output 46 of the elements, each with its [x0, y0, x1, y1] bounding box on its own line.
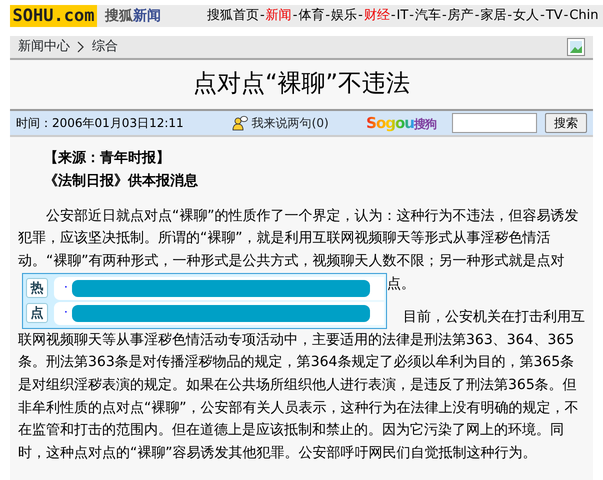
nav-separator: -: [474, 7, 480, 26]
nav-link[interactable]: 财经: [364, 6, 390, 26]
nav-separator: -: [358, 7, 363, 26]
nav-link[interactable]: 体育: [298, 6, 324, 26]
site-logo[interactable]: SOHU.com: [10, 5, 97, 27]
article-text: 点。: [387, 274, 416, 294]
breadcrumb-link[interactable]: 新闻中心: [18, 37, 70, 57]
nav-separator: -: [292, 7, 298, 26]
hot-badge: 热: [26, 278, 48, 298]
hot-badge: 点: [26, 303, 48, 324]
nav-link[interactable]: Chin: [569, 6, 599, 26]
nav-link[interactable]: 娱乐: [331, 6, 358, 26]
nav-link[interactable]: 搜狐首页: [207, 6, 259, 26]
article-source: 【来源：青年时报】: [43, 149, 171, 168]
breadcrumb-link[interactable]: 综合: [92, 37, 118, 57]
article-text: 目前，公安机关在打击利用互: [402, 308, 585, 327]
comment-link[interactable]: 我来说两句(0): [252, 114, 329, 132]
nav-link[interactable]: 汽车: [415, 6, 441, 26]
channel-logo[interactable]: 搜狐新闻: [97, 5, 207, 27]
nav-separator: -: [260, 7, 265, 26]
article-paragraph: 联网视频聊天等从事淫秽色情活动专项活动中，主要适用的法律是刑法第363、364、365条。刑法第363条是对传播淫秽物品的规定，第364条规定了必须以牟利为目的，第365条是对组织淫秽表演的规定。如果在公共场所组织他人进行表演，是违反了刑法第365条。但非牟利性质的点对点“裸聊”，公安部有关人员表示，这种行为在法律上没有明确的规定，不在监管和打击的范围内。但在道德上是应该抵制和禁止的。因为它污染了网上的环境。同时，这种点对点的“裸聊”容易诱发其他犯罪。公安部呼吁网民们自觉抵制这种行为。: [18, 330, 580, 463]
nav-separator: -: [325, 7, 330, 26]
nav-link[interactable]: 家居: [480, 6, 506, 26]
nav-link[interactable]: 女人: [513, 6, 540, 26]
nav-link[interactable]: 新闻: [266, 6, 292, 26]
article-paragraph: 公安部近日就点对点“裸聊”的性质作了一个界定，认为：这种行为不违法，但容易诱发犯罪，应该坚决抵制。所谓的“裸聊”，就是利用互联网视频聊天等形式从事淫秽色情活动。“裸聊”有两种形式，一种形式是公共方式，视频聊天人数不限；另一种形式就是点对: [18, 206, 580, 271]
nav-separator: -: [442, 7, 447, 26]
nav-separator: -: [409, 7, 414, 26]
broken-image-icon: [567, 38, 585, 56]
article-title: 点对点“裸聊”不违法: [192, 68, 411, 99]
nav-link[interactable]: IT: [396, 6, 408, 26]
publish-time: 时间：2006年01月03日12:11: [16, 115, 184, 132]
nav-separator: -: [507, 7, 512, 26]
bullet: ·: [64, 304, 68, 322]
nav-separator: -: [390, 7, 396, 26]
search-field[interactable]: [452, 113, 537, 134]
search-button[interactable]: 搜索: [545, 113, 587, 134]
nav-link[interactable]: TV: [546, 6, 563, 26]
article-byline: 《法制日报》供本报消息: [43, 172, 199, 191]
nav-link[interactable]: 房产: [448, 6, 474, 26]
bullet: ·: [64, 279, 68, 296]
redacted-link[interactable]: [72, 304, 370, 322]
redacted-link[interactable]: [72, 280, 370, 297]
comment-icon: [232, 115, 248, 132]
nav-separator: -: [564, 7, 568, 26]
nav-separator: -: [540, 7, 545, 26]
